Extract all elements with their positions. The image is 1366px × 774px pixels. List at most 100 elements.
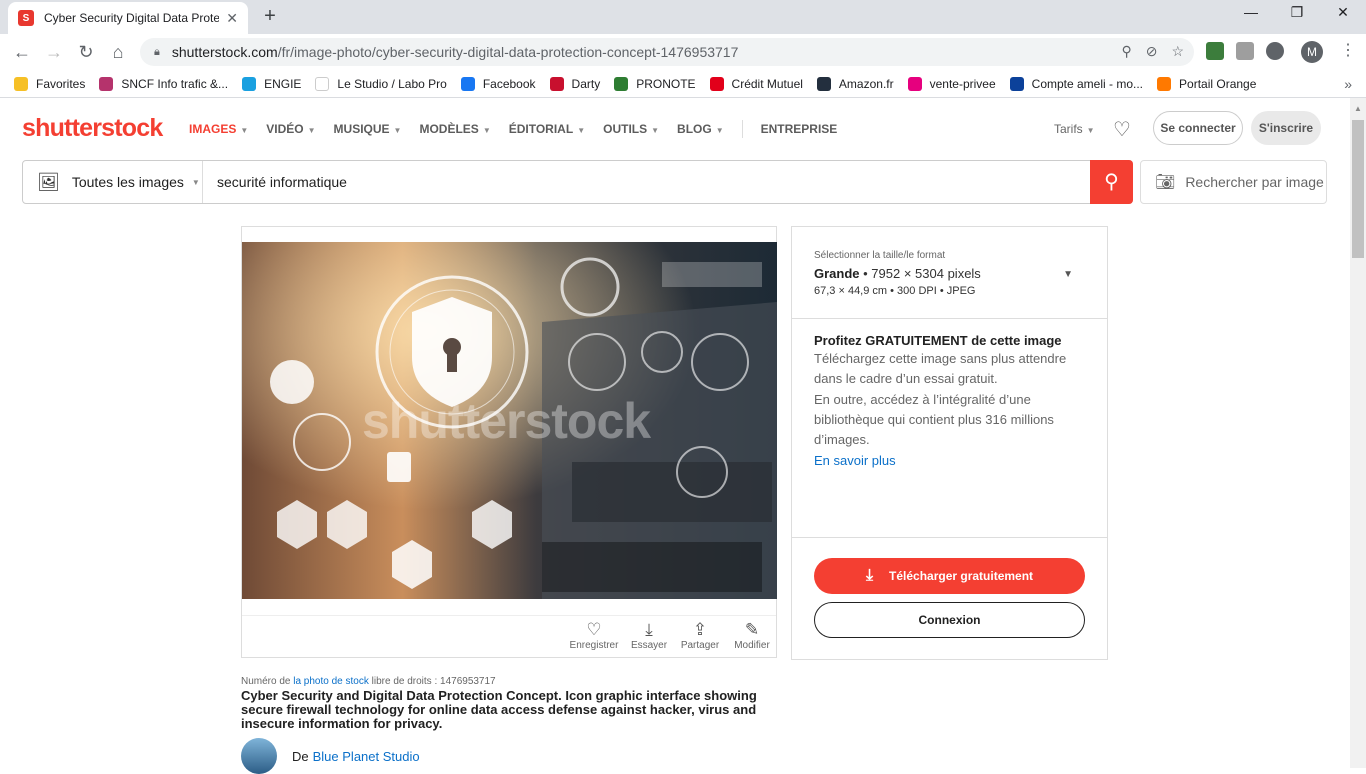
- nav-video[interactable]: VIDÉO ▼: [266, 122, 315, 138]
- zoom-icon[interactable]: ⚲: [1121, 43, 1131, 60]
- free-trial-promo: Profitez GRATUITEMENT de cette image Tél…: [792, 319, 1107, 538]
- bookmark-star-icon[interactable]: ☆: [1171, 43, 1184, 60]
- stock-photo[interactable]: shutterstock: [242, 242, 777, 599]
- signup-button[interactable]: S'inscrire: [1251, 111, 1321, 145]
- scroll-up-icon[interactable]: ▲: [1354, 104, 1362, 113]
- promo-text-1: Téléchargez cette image sans plus attend…: [814, 351, 1067, 386]
- bookmark-label: Compte ameli - mo...: [1031, 76, 1144, 91]
- close-window-button[interactable]: ✕: [1320, 4, 1366, 21]
- bookmark-favicon-icon: [242, 76, 257, 91]
- edit-button[interactable]: ✎ Modifier: [727, 620, 777, 651]
- image-card: shutterstock ♡ Enregistrer ⤓ Essayer ⇪ Part…: [241, 226, 777, 658]
- search-by-image-button[interactable]: 📷︎ Rechercher par image: [1140, 160, 1327, 204]
- license-panel: Sélectionner la taille/le format Grande …: [791, 226, 1108, 660]
- browser-tabstrip: S Cyber Security Digital Data Prote ✕ + …: [0, 0, 1366, 34]
- learn-more-link[interactable]: En savoir plus: [814, 451, 1085, 471]
- nav-tools[interactable]: OUTILS ▼: [603, 122, 659, 138]
- forward-button[interactable]: →: [42, 40, 66, 64]
- back-button[interactable]: ←: [10, 40, 34, 64]
- bookmark-item[interactable]: Amazon.fr: [816, 76, 894, 91]
- size-selector[interactable]: Sélectionner la taille/le format Grande …: [792, 227, 1107, 319]
- connexion-button[interactable]: Connexion: [814, 602, 1085, 638]
- bookmark-favicon-icon: [549, 76, 564, 91]
- search-input[interactable]: securité informatique: [217, 174, 347, 190]
- bookmark-favicon-icon: [315, 76, 330, 91]
- search-type-label: Toutes les images: [71, 174, 184, 190]
- bookmark-item[interactable]: ENGIE: [242, 76, 302, 91]
- extension-icon[interactable]: [1206, 42, 1224, 60]
- bookmark-item[interactable]: PRONOTE: [614, 76, 696, 91]
- share-button[interactable]: ⇪ Partager: [675, 620, 725, 651]
- main-nav: IMAGES ▼ VIDÉO ▼ MUSIQUE ▼ MODÈLES ▼ ÉDITORI…: [189, 120, 838, 138]
- more-bookmarks-icon[interactable]: »: [1344, 76, 1352, 92]
- page-scrollbar[interactable]: ▲: [1350, 98, 1366, 768]
- minimize-button[interactable]: —: [1228, 4, 1274, 20]
- stock-photo-link[interactable]: la photo de stock: [293, 676, 369, 687]
- bookmark-item[interactable]: Favorites: [14, 76, 86, 91]
- login-button[interactable]: Se connecter: [1153, 111, 1243, 145]
- bookmark-label: Favorites: [36, 76, 86, 91]
- pdf-extension-icon[interactable]: [1236, 42, 1254, 60]
- image-actions: ♡ Enregistrer ⤓ Essayer ⇪ Partager ✎ Modifie…: [242, 615, 776, 657]
- search-icon: ⚲: [1104, 171, 1119, 193]
- bookmark-item[interactable]: SNCF Info trafic &...: [99, 76, 228, 91]
- more-menu-icon[interactable]: ⋮: [1340, 40, 1356, 60]
- chevron-down-icon: ▼: [393, 126, 402, 135]
- search-by-image-label: Rechercher par image: [1185, 174, 1324, 190]
- chevron-down-icon[interactable]: ▼: [1063, 269, 1073, 280]
- search-type-dropdown[interactable]: 🖼︎ Toutes les images ▼: [23, 161, 203, 203]
- author-avatar[interactable]: [241, 738, 277, 774]
- home-button[interactable]: ⌂: [106, 40, 130, 64]
- lock-icon: 🔒︎: [154, 45, 160, 58]
- download-icon: ⤓: [865, 567, 874, 584]
- bookmark-item[interactable]: Portail Orange: [1157, 76, 1257, 91]
- nav-models[interactable]: MODÈLES ▼: [419, 122, 490, 138]
- nav-enterprise[interactable]: ENTREPRISE: [761, 122, 838, 138]
- bookmark-item[interactable]: Crédit Mutuel: [709, 76, 803, 91]
- profile-avatar[interactable]: M: [1301, 41, 1323, 63]
- bookmark-label: ENGIE: [264, 76, 302, 91]
- tab-close-icon[interactable]: ✕: [226, 10, 238, 27]
- chevron-down-icon: ▼: [1086, 126, 1095, 135]
- favorites-heart-icon[interactable]: ♡: [1113, 117, 1131, 142]
- camera-icon: 📷︎: [1155, 174, 1176, 191]
- address-bar[interactable]: 🔒︎ shutterstock.com/fr/image-photo/cyber…: [140, 38, 1194, 66]
- search-button[interactable]: ⚲: [1090, 160, 1133, 204]
- search-bar: 🖼︎ Toutes les images ▼ securité informat…: [22, 160, 1133, 204]
- try-button[interactable]: ⤓ Essayer: [624, 620, 674, 651]
- bookmark-item[interactable]: vente-privee: [907, 76, 996, 91]
- bookmark-favicon-icon: [99, 76, 114, 91]
- nav-editorial[interactable]: ÉDITORIAL ▼: [509, 122, 585, 138]
- nav-images[interactable]: IMAGES ▼: [189, 122, 248, 138]
- new-tab-button[interactable]: +: [258, 5, 282, 28]
- shutterstock-logo[interactable]: shutterstock: [22, 114, 163, 143]
- bookmark-item[interactable]: Facebook: [460, 76, 536, 91]
- reload-button[interactable]: ↻: [74, 40, 98, 64]
- nav-blog[interactable]: BLOG ▼: [677, 122, 724, 138]
- bookmark-label: Portail Orange: [1179, 76, 1257, 91]
- bookmark-label: Facebook: [482, 76, 536, 91]
- bookmark-item[interactable]: Le Studio / Labo Pro: [315, 76, 447, 91]
- browser-toolbar: ← → ↻ ⌂ 🔒︎ shutterstock.com/fr/image-pho…: [0, 34, 1366, 70]
- puzzle-icon[interactable]: [1266, 42, 1284, 60]
- bookmark-favicon-icon: [614, 76, 629, 91]
- download-free-button[interactable]: ⤓ Télécharger gratuitement: [814, 558, 1085, 594]
- restore-button[interactable]: ❐: [1274, 4, 1320, 21]
- eye-slash-icon[interactable]: ⊘: [1146, 43, 1158, 60]
- chevron-down-icon: ▼: [577, 126, 586, 135]
- url-path: /fr/image-photo/cyber-security-digital-d…: [277, 44, 739, 60]
- size-label: Sélectionner la taille/le format: [814, 250, 946, 261]
- bookmark-favicon-icon: [14, 76, 28, 91]
- bookmark-label: Crédit Mutuel: [731, 76, 803, 91]
- save-button[interactable]: ♡ Enregistrer: [569, 620, 619, 651]
- nav-music[interactable]: MUSIQUE ▼: [334, 122, 402, 138]
- size-pixels: • 7952 × 5304 pixels: [863, 266, 981, 281]
- pricing-link[interactable]: Tarifs ▼: [1054, 122, 1095, 136]
- bookmark-item[interactable]: Darty: [549, 76, 600, 91]
- bookmark-item[interactable]: Compte ameli - mo...: [1009, 76, 1144, 91]
- url-host: shutterstock.com: [171, 44, 278, 60]
- author-link[interactable]: Blue Planet Studio: [313, 749, 420, 764]
- browser-tab[interactable]: S Cyber Security Digital Data Prote ✕: [8, 2, 248, 34]
- scroll-thumb[interactable]: [1352, 120, 1364, 258]
- download-icon: ⤓: [645, 620, 653, 639]
